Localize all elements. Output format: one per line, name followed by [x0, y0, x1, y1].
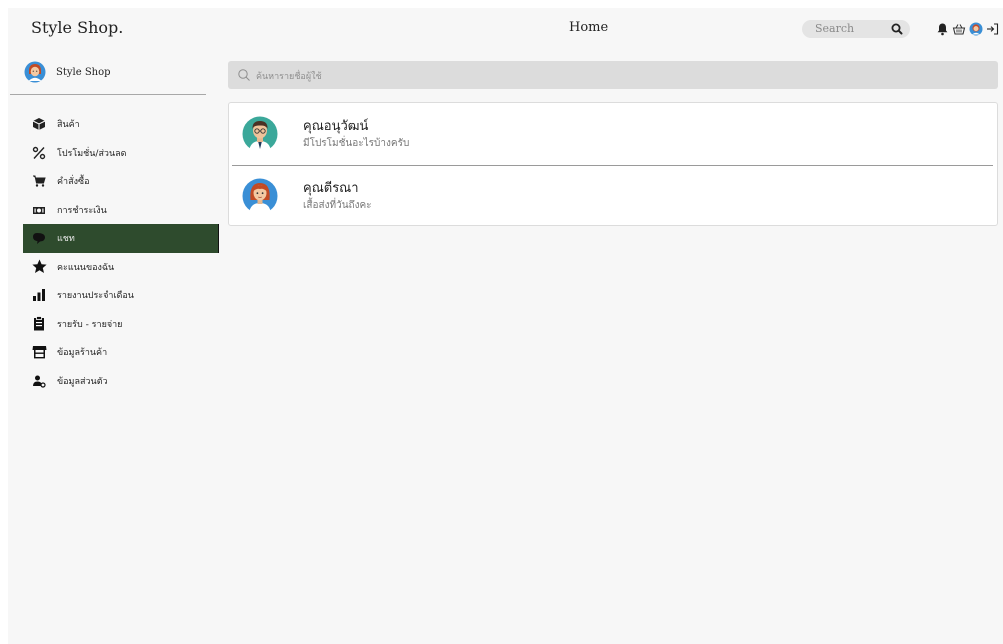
store-icon: [31, 344, 47, 360]
top-bar: Style Shop. Home Search: [8, 8, 1003, 50]
shop-name: Style Shop: [56, 66, 111, 78]
basket-icon[interactable]: [952, 22, 966, 36]
app-frame: Style Shop. Home Search Style Shop สินค้…: [8, 8, 1003, 644]
sidebar-item-label: การชำระเงิน: [57, 205, 107, 216]
user-settings-icon: [31, 373, 47, 389]
bell-icon[interactable]: [936, 22, 949, 36]
sidebar-item-label: ข้อมูลร้านค้า: [57, 348, 108, 359]
chat-list-item[interactable]: คุณอนุวัฒน์ มีโปรโมชั่นอะไรบ้างครับ: [229, 103, 997, 166]
sidebar-item-label: โปรโมชั่น/ส่วนลด: [57, 148, 127, 159]
male-avatar-icon: [242, 116, 278, 152]
cart-icon: [31, 173, 47, 189]
sidebar-item-label: แชท: [57, 234, 75, 245]
sidebar-item-label: รายรับ - รายจ่าย: [57, 319, 123, 330]
clipboard-icon: [31, 316, 47, 332]
sidebar: Style Shop สินค้า โปรโมชั่น/ส่วนลด คำสั่…: [8, 50, 219, 644]
user-avatar-icon[interactable]: [969, 22, 983, 36]
header-icon-group: [936, 20, 999, 38]
user-search-input[interactable]: ค้นหารายชื่อผู้ใช้: [228, 61, 998, 89]
sidebar-item-store-info[interactable]: ข้อมูลร้านค้า: [23, 338, 219, 367]
brand-logo[interactable]: Style Shop.: [31, 18, 123, 37]
chat-last-message: เสื้อส่งที่วันถึงคะ: [303, 200, 372, 211]
box-icon: [31, 116, 47, 132]
chat-icon: [31, 230, 47, 246]
sidebar-item-promotions[interactable]: โปรโมชั่น/ส่วนลด: [23, 139, 219, 168]
sidebar-item-label: คะแนนของฉัน: [57, 262, 115, 273]
sidebar-item-label: คำสั่งซื้อ: [57, 177, 90, 188]
money-icon: [31, 202, 47, 218]
sidebar-item-products[interactable]: สินค้า: [23, 110, 219, 139]
star-icon: [31, 259, 47, 275]
sidebar-item-chat[interactable]: แชท: [23, 224, 219, 253]
percent-icon: [31, 145, 47, 161]
header-search-input[interactable]: Search: [802, 20, 910, 38]
shop-avatar-icon: [24, 61, 46, 83]
sidebar-divider: [10, 94, 206, 95]
sidebar-item-my-points[interactable]: คะแนนของฉัน: [23, 253, 219, 282]
chat-list: คุณอนุวัฒน์ มีโปรโมชั่นอะไรบ้างครับ คุณต…: [228, 102, 998, 226]
sidebar-item-payment[interactable]: การชำระเงิน: [23, 196, 219, 225]
chat-contact-name: คุณตีรณา: [303, 181, 359, 196]
header-search-placeholder: Search: [815, 22, 855, 35]
sidebar-item-label: ข้อมูลส่วนตัว: [57, 376, 108, 387]
sidebar-item-monthly-report[interactable]: รายงานประจำเดือน: [23, 281, 219, 310]
sidebar-item-profile[interactable]: ข้อมูลส่วนตัว: [23, 367, 219, 396]
chat-last-message: มีโปรโมชั่นอะไรบ้างครับ: [303, 138, 410, 149]
sidebar-item-orders[interactable]: คำสั่งซื้อ: [23, 167, 219, 196]
shop-profile[interactable]: Style Shop: [24, 58, 111, 86]
bar-chart-icon: [31, 287, 47, 303]
sidebar-item-label: รายงานประจำเดือน: [57, 291, 134, 302]
search-icon: [238, 69, 250, 81]
chat-list-item[interactable]: คุณตีรณา เสื้อส่งที่วันถึงคะ: [229, 165, 997, 227]
page-title: Home: [569, 20, 609, 35]
sidebar-menu: สินค้า โปรโมชั่น/ส่วนลด คำสั่งซื้อ การชำ…: [23, 110, 219, 395]
logout-icon[interactable]: [986, 22, 999, 36]
sidebar-item-label: สินค้า: [57, 120, 80, 131]
user-search-placeholder: ค้นหารายชื่อผู้ใช้: [256, 72, 322, 82]
sidebar-item-income-expense[interactable]: รายรับ - รายจ่าย: [23, 310, 219, 339]
female-avatar-icon: [242, 178, 278, 214]
chat-contact-name: คุณอนุวัฒน์: [303, 119, 369, 134]
search-icon[interactable]: [890, 22, 904, 36]
